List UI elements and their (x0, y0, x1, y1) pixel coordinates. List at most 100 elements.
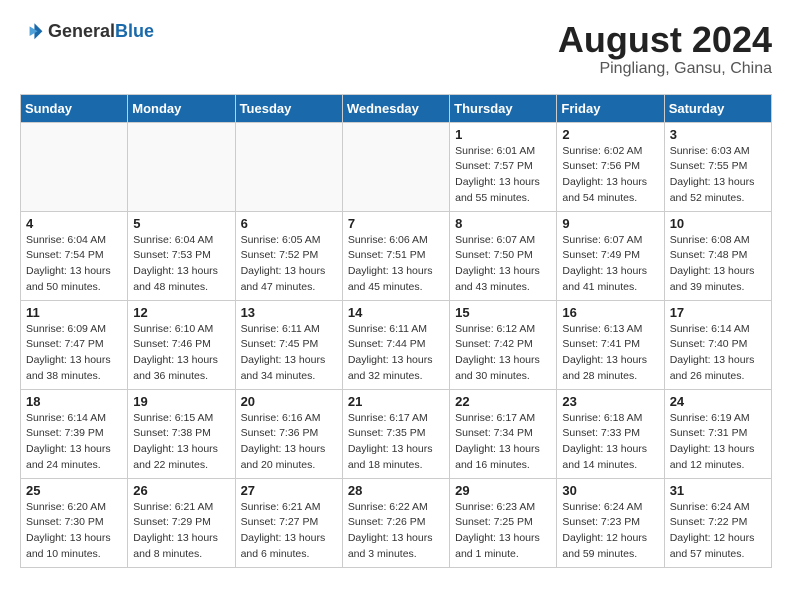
header-friday: Friday (557, 94, 664, 122)
day-number: 1 (455, 127, 551, 142)
day-number: 2 (562, 127, 658, 142)
calendar-cell: 11 Sunrise: 6:09 AMSunset: 7:47 PMDayligh… (21, 300, 128, 389)
day-info: Sunrise: 6:21 AMSunset: 7:29 PMDaylight:… (133, 500, 229, 563)
day-info: Sunrise: 6:05 AMSunset: 7:52 PMDaylight:… (241, 233, 337, 296)
day-number: 5 (133, 216, 229, 231)
day-number: 4 (26, 216, 122, 231)
day-info: Sunrise: 6:01 AMSunset: 7:57 PMDaylight:… (455, 144, 551, 207)
calendar-cell: 10 Sunrise: 6:08 AMSunset: 7:48 PMDayligh… (664, 211, 771, 300)
day-number: 9 (562, 216, 658, 231)
day-info: Sunrise: 6:04 AMSunset: 7:54 PMDaylight:… (26, 233, 122, 296)
day-number: 18 (26, 394, 122, 409)
day-info: Sunrise: 6:21 AMSunset: 7:27 PMDaylight:… (241, 500, 337, 563)
day-info: Sunrise: 6:13 AMSunset: 7:41 PMDaylight:… (562, 322, 658, 385)
calendar-cell (128, 122, 235, 211)
header-thursday: Thursday (450, 94, 557, 122)
day-number: 16 (562, 305, 658, 320)
day-info: Sunrise: 6:07 AMSunset: 7:49 PMDaylight:… (562, 233, 658, 296)
day-info: Sunrise: 6:17 AMSunset: 7:34 PMDaylight:… (455, 411, 551, 474)
day-info: Sunrise: 6:10 AMSunset: 7:46 PMDaylight:… (133, 322, 229, 385)
day-number: 25 (26, 483, 122, 498)
day-info: Sunrise: 6:06 AMSunset: 7:51 PMDaylight:… (348, 233, 444, 296)
calendar-cell: 5Sunrise: 6:04 AMSunset: 7:53 PMDaylight… (128, 211, 235, 300)
calendar-cell: 16 Sunrise: 6:13 AMSunset: 7:41 PMDayligh… (557, 300, 664, 389)
header-sunday: Sunday (21, 94, 128, 122)
day-number: 10 (670, 216, 766, 231)
calendar-cell: 29 Sunrise: 6:23 AMSunset: 7:25 PMDayligh… (450, 478, 557, 567)
calendar-cell: 2 Sunrise: 6:02 AMSunset: 7:56 PMDaylight… (557, 122, 664, 211)
day-info: Sunrise: 6:18 AMSunset: 7:33 PMDaylight:… (562, 411, 658, 474)
header-wednesday: Wednesday (342, 94, 449, 122)
day-info: Sunrise: 6:14 AMSunset: 7:39 PMDaylight:… (26, 411, 122, 474)
header-tuesday: Tuesday (235, 94, 342, 122)
day-number: 15 (455, 305, 551, 320)
calendar-cell (235, 122, 342, 211)
calendar-cell: 4 Sunrise: 6:04 AMSunset: 7:54 PMDaylight… (21, 211, 128, 300)
day-number: 6 (241, 216, 337, 231)
calendar-cell: 7Sunrise: 6:06 AMSunset: 7:51 PMDaylight… (342, 211, 449, 300)
calendar-cell: 30 Sunrise: 6:24 AMSunset: 7:23 PMDayligh… (557, 478, 664, 567)
header-saturday: Saturday (664, 94, 771, 122)
day-number: 12 (133, 305, 229, 320)
day-number: 13 (241, 305, 337, 320)
day-info: Sunrise: 6:11 AMSunset: 7:44 PMDaylight:… (348, 322, 444, 385)
calendar-cell: 19Sunrise: 6:15 AMSunset: 7:38 PMDayligh… (128, 389, 235, 478)
day-info: Sunrise: 6:16 AMSunset: 7:36 PMDaylight:… (241, 411, 337, 474)
day-info: Sunrise: 6:02 AMSunset: 7:56 PMDaylight:… (562, 144, 658, 207)
day-number: 29 (455, 483, 551, 498)
calendar-cell: 23 Sunrise: 6:18 AMSunset: 7:33 PMDayligh… (557, 389, 664, 478)
calendar-cell: 26 Sunrise: 6:21 AMSunset: 7:29 PMDayligh… (128, 478, 235, 567)
day-number: 21 (348, 394, 444, 409)
day-info: Sunrise: 6:14 AMSunset: 7:40 PMDaylight:… (670, 322, 766, 385)
day-info: Sunrise: 6:09 AMSunset: 7:47 PMDaylight:… (26, 322, 122, 385)
day-number: 14 (348, 305, 444, 320)
day-number: 19 (133, 394, 229, 409)
day-number: 24 (670, 394, 766, 409)
day-info: Sunrise: 6:24 AMSunset: 7:23 PMDaylight:… (562, 500, 658, 563)
calendar-cell: 17 Sunrise: 6:14 AMSunset: 7:40 PMDayligh… (664, 300, 771, 389)
weekday-header-row: Sunday Monday Tuesday Wednesday Thursday… (21, 94, 772, 122)
calendar-week-3: 11 Sunrise: 6:09 AMSunset: 7:47 PMDayligh… (21, 300, 772, 389)
header-monday: Monday (128, 94, 235, 122)
calendar-cell: 14 Sunrise: 6:11 AMSunset: 7:44 PMDayligh… (342, 300, 449, 389)
calendar-week-2: 4 Sunrise: 6:04 AMSunset: 7:54 PMDaylight… (21, 211, 772, 300)
month-year: August 2024 (558, 20, 772, 60)
day-number: 30 (562, 483, 658, 498)
day-number: 11 (26, 305, 122, 320)
day-number: 23 (562, 394, 658, 409)
calendar-cell: 9 Sunrise: 6:07 AMSunset: 7:49 PMDaylight… (557, 211, 664, 300)
day-number: 20 (241, 394, 337, 409)
calendar-cell: 21Sunrise: 6:17 AMSunset: 7:35 PMDayligh… (342, 389, 449, 478)
title-block: August 2024 Pingliang, Gansu, China (558, 20, 772, 78)
day-info: Sunrise: 6:03 AMSunset: 7:55 PMDaylight:… (670, 144, 766, 207)
calendar-cell: 12 Sunrise: 6:10 AMSunset: 7:46 PMDayligh… (128, 300, 235, 389)
calendar-week-5: 25Sunrise: 6:20 AMSunset: 7:30 PMDayligh… (21, 478, 772, 567)
logo-icon (20, 20, 44, 44)
day-number: 3 (670, 127, 766, 142)
day-info: Sunrise: 6:22 AMSunset: 7:26 PMDaylight:… (348, 500, 444, 563)
day-info: Sunrise: 6:23 AMSunset: 7:25 PMDaylight:… (455, 500, 551, 563)
logo-general: GeneralBlue (48, 22, 154, 42)
day-number: 22 (455, 394, 551, 409)
calendar-cell: 3 Sunrise: 6:03 AMSunset: 7:55 PMDaylight… (664, 122, 771, 211)
day-number: 17 (670, 305, 766, 320)
day-info: Sunrise: 6:12 AMSunset: 7:42 PMDaylight:… (455, 322, 551, 385)
day-info: Sunrise: 6:19 AMSunset: 7:31 PMDaylight:… (670, 411, 766, 474)
calendar-cell: 6 Sunrise: 6:05 AMSunset: 7:52 PMDaylight… (235, 211, 342, 300)
calendar-cell: 18 Sunrise: 6:14 AMSunset: 7:39 PMDayligh… (21, 389, 128, 478)
calendar-week-4: 18 Sunrise: 6:14 AMSunset: 7:39 PMDayligh… (21, 389, 772, 478)
calendar-cell (21, 122, 128, 211)
calendar-cell: 24 Sunrise: 6:19 AMSunset: 7:31 PMDayligh… (664, 389, 771, 478)
day-number: 8 (455, 216, 551, 231)
calendar-cell: 8Sunrise: 6:07 AMSunset: 7:50 PMDaylight… (450, 211, 557, 300)
calendar-cell: 13Sunrise: 6:11 AMSunset: 7:45 PMDayligh… (235, 300, 342, 389)
day-info: Sunrise: 6:08 AMSunset: 7:48 PMDaylight:… (670, 233, 766, 296)
day-number: 27 (241, 483, 337, 498)
calendar-cell: 28Sunrise: 6:22 AMSunset: 7:26 PMDayligh… (342, 478, 449, 567)
calendar-week-1: 1 Sunrise: 6:01 AMSunset: 7:57 PMDaylight… (21, 122, 772, 211)
calendar-cell: 22 Sunrise: 6:17 AMSunset: 7:34 PMDayligh… (450, 389, 557, 478)
day-info: Sunrise: 6:24 AMSunset: 7:22 PMDaylight:… (670, 500, 766, 563)
page-header: GeneralBlue August 2024 Pingliang, Gansu… (20, 20, 772, 78)
day-number: 26 (133, 483, 229, 498)
calendar-cell: 31Sunrise: 6:24 AMSunset: 7:22 PMDayligh… (664, 478, 771, 567)
